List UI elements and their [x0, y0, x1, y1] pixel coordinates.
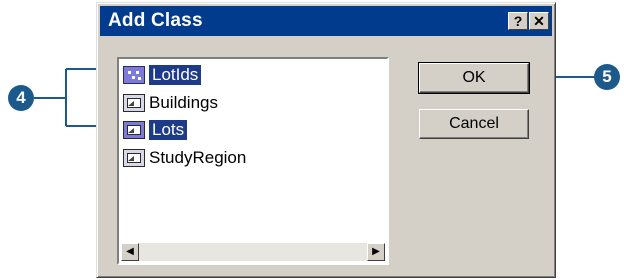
close-icon: ✕ — [533, 13, 545, 29]
class-listbox[interactable]: LotIds Buildings Lots StudyRegion ◀ ▶ — [117, 57, 389, 265]
list-item-label: StudyRegion — [149, 148, 247, 167]
list-item-buildings[interactable]: Buildings — [123, 91, 218, 115]
list-item-label: Buildings — [149, 93, 218, 112]
scroll-right-button[interactable]: ▶ — [367, 243, 385, 261]
list-item-lotids[interactable]: LotIds — [123, 63, 202, 87]
close-button[interactable]: ✕ — [529, 12, 549, 30]
add-class-dialog: Add Class ? ✕ LotIds Buildings Lots Stud… — [96, 2, 556, 278]
step-callout-4: 4 — [8, 85, 34, 111]
table-class-icon — [123, 149, 145, 167]
horizontal-scrollbar[interactable]: ◀ ▶ — [121, 243, 385, 261]
polygon-class-icon — [123, 121, 145, 139]
list-item-studyregion[interactable]: StudyRegion — [123, 146, 246, 170]
arrow-right-icon: ▶ — [372, 246, 380, 257]
ok-button[interactable]: OK — [418, 62, 530, 94]
help-button[interactable]: ? — [508, 12, 528, 30]
scroll-left-button[interactable]: ◀ — [121, 243, 139, 261]
list-item-label: LotIds — [149, 65, 202, 85]
help-icon: ? — [513, 13, 523, 29]
table-class-icon — [123, 94, 145, 112]
step-callout-5: 5 — [594, 64, 620, 90]
list-item-lots[interactable]: Lots — [123, 118, 188, 142]
arrow-left-icon: ◀ — [126, 246, 134, 257]
cancel-button[interactable]: Cancel — [419, 109, 529, 139]
point-class-icon — [123, 66, 145, 84]
list-item-label: Lots — [149, 120, 188, 140]
title-bar: Add Class ? ✕ — [100, 6, 552, 36]
dialog-title: Add Class — [108, 10, 203, 31]
